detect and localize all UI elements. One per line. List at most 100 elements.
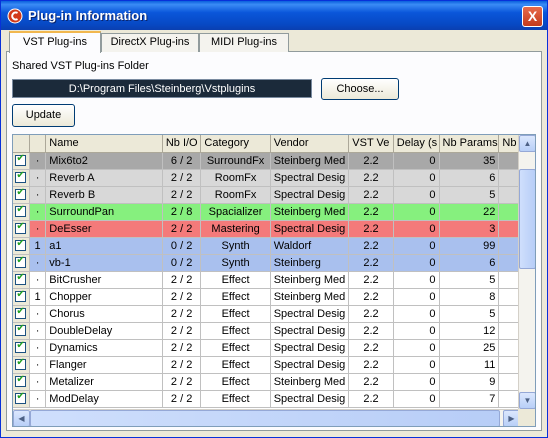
table-row[interactable]: ·ModDelay2 / 2EffectSpectral Desig2.207 [13,390,535,408]
vendor-cell: Spectral Desig [270,322,350,340]
checkmark-icon[interactable] [15,289,27,302]
tab-vst-plugins[interactable]: VST Plug-ins [9,31,101,53]
enabled-checkbox[interactable] [13,390,30,408]
checkmark-icon[interactable] [15,272,27,285]
table-row[interactable]: ·Reverb B2 / 2RoomFxSpectral Desig2.205 [13,186,535,204]
checkmark-icon[interactable] [15,357,27,370]
title-bar[interactable]: Plug-in Information X [1,1,547,30]
enabled-checkbox[interactable] [13,322,30,340]
table-row[interactable]: ·DoubleDelay2 / 2EffectSpectral Desig2.2… [13,322,535,340]
category-cell: RoomFx [200,186,271,204]
nb-io-cell: 2 / 2 [162,356,202,374]
vst-version-cell: 2.2 [348,203,394,221]
enabled-checkbox[interactable] [13,271,30,289]
scroll-down-button[interactable]: ▼ [519,392,535,409]
table-row[interactable]: 1a10 / 2SynthWaldorf2.2099 [13,237,535,255]
update-button[interactable]: Update [12,104,75,127]
vertical-scroll-thumb[interactable] [519,169,535,269]
table-row[interactable]: ·Metalizer2 / 2EffectSteinberg Med2.209 [13,373,535,391]
column-header-delay[interactable]: Delay (s [393,135,440,153]
table-row[interactable]: ·Reverb A2 / 2RoomFxSpectral Desig2.206 [13,169,535,187]
checkmark-icon[interactable] [15,323,27,336]
enabled-checkbox[interactable] [13,220,30,238]
vst-version-cell: 2.2 [348,237,394,255]
table-row[interactable]: ·SurroundPan2 / 8SpacializerSteinberg Me… [13,203,535,221]
vendor-cell: Steinberg Med [270,373,350,391]
scroll-up-button[interactable]: ▲ [519,135,535,152]
choose-folder-button[interactable]: Choose... [321,78,399,100]
table-row[interactable]: 1Chopper2 / 2EffectSteinberg Med2.208 [13,288,535,306]
active-cell: · [29,203,47,221]
vendor-cell: Steinberg Med [270,271,350,289]
column-header-vst-version[interactable]: VST Ve [348,135,394,153]
nb-io-cell: 2 / 2 [162,373,202,391]
table-row[interactable]: ·Dynamics2 / 2EffectSpectral Desig2.2025 [13,339,535,357]
checkmark-icon[interactable] [15,340,27,353]
scroll-left-button[interactable]: ◀ [13,410,30,426]
enabled-checkbox[interactable] [13,373,30,391]
table-row[interactable]: ·BitCrusher2 / 2EffectSteinberg Med2.205 [13,271,535,289]
checkmark-icon[interactable] [15,391,27,404]
column-header-nb-io[interactable]: Nb I/O [162,135,202,153]
table-row[interactable]: ·vb-10 / 2SynthSteinberg2.206 [13,254,535,272]
shared-folder-label: Shared VST Plug-ins Folder [12,60,149,72]
enabled-checkbox[interactable] [13,152,30,170]
nb-io-cell: 2 / 2 [162,169,202,187]
horizontal-scrollbar[interactable]: ◀ ▶ [13,409,520,426]
vertical-scrollbar[interactable]: ▲ ▼ [518,135,535,409]
checkmark-icon[interactable] [15,170,27,183]
checkmark-icon[interactable] [15,255,27,268]
table-row[interactable]: ·Chorus2 / 2EffectSpectral Desig2.205 [13,305,535,323]
horizontal-scroll-thumb[interactable] [30,410,500,426]
plugin-table[interactable]: Name Nb I/O Category Vendor VST Ve Delay… [12,134,536,427]
vst-version-cell: 2.2 [348,220,394,238]
vst-version-cell: 2.2 [348,288,394,306]
vendor-cell: Spectral Desig [270,220,350,238]
nb-io-cell: 2 / 2 [162,271,202,289]
enabled-checkbox[interactable] [13,186,30,204]
nb-params-cell: 5 [439,186,500,204]
active-cell: · [29,305,47,323]
checkmark-icon[interactable] [15,306,27,319]
checkmark-icon[interactable] [15,153,27,166]
column-header-active[interactable] [29,135,47,153]
checkmark-icon[interactable] [15,374,27,387]
column-header-enabled[interactable] [13,135,30,153]
checkmark-icon[interactable] [15,221,27,234]
column-header-category[interactable]: Category [200,135,271,153]
column-header-vendor[interactable]: Vendor [270,135,350,153]
table-row[interactable]: ·DeEsser2 / 2MasteringSpectral Desig2.20… [13,220,535,238]
category-cell: Synth [200,254,271,272]
vst-version-cell: 2.2 [348,152,394,170]
close-button[interactable]: X [522,6,543,27]
enabled-checkbox[interactable] [13,203,30,221]
checkmark-icon[interactable] [15,204,27,217]
tab-midi-plugins[interactable]: MIDI Plug-ins [199,33,289,52]
table-row[interactable]: ·Flanger2 / 2EffectSpectral Desig2.2011 [13,356,535,374]
category-cell: Synth [200,237,271,255]
category-cell: Effect [200,373,271,391]
checkmark-icon[interactable] [15,187,27,200]
vst-version-cell: 2.2 [348,305,394,323]
enabled-checkbox[interactable] [13,237,30,255]
tab-directx-plugins[interactable]: DirectX Plug-ins [101,33,199,52]
shared-folder-path-field[interactable]: D:\Program Files\Steinberg\Vstplugins [12,79,312,98]
nb-params-cell: 5 [439,305,500,323]
column-header-nb-params[interactable]: Nb Params [439,135,500,153]
vendor-cell: Steinberg Med [270,152,350,170]
name-cell: Reverb B [45,186,163,204]
active-cell: · [29,152,47,170]
enabled-checkbox[interactable] [13,356,30,374]
enabled-checkbox[interactable] [13,305,30,323]
category-cell: Effect [200,390,271,408]
enabled-checkbox[interactable] [13,288,30,306]
active-cell: · [29,271,47,289]
nb-io-cell: 0 / 2 [162,254,202,272]
column-header-name[interactable]: Name [45,135,163,153]
category-cell: SurroundFx [200,152,271,170]
enabled-checkbox[interactable] [13,169,30,187]
checkmark-icon[interactable] [15,238,27,251]
enabled-checkbox[interactable] [13,339,30,357]
table-row[interactable]: ·Mix6to26 / 2SurroundFxSteinberg Med2.20… [13,152,535,170]
enabled-checkbox[interactable] [13,254,30,272]
